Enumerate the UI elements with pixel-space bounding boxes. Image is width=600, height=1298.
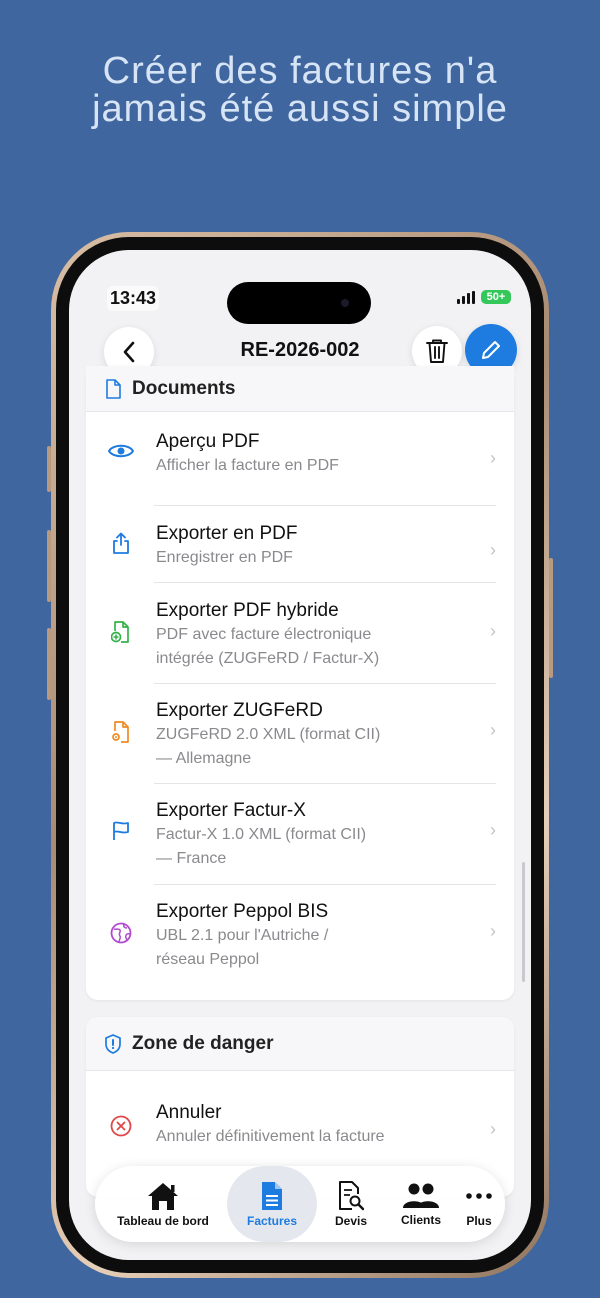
list-item-apercu-pdf[interactable]: Aperçu PDF Afficher la facture en PDF › bbox=[86, 430, 514, 506]
tab-devis[interactable]: Devis bbox=[320, 1166, 382, 1242]
item-subtitle: Annuler définitivement la facture bbox=[156, 1128, 385, 1145]
action-button bbox=[47, 446, 51, 492]
documents-title: Documents bbox=[132, 377, 236, 399]
document-search-icon bbox=[339, 1180, 364, 1210]
shield-alert-icon bbox=[105, 1033, 121, 1054]
danger-zone-title: Zone de danger bbox=[132, 1032, 274, 1054]
file-plus-icon bbox=[111, 621, 129, 643]
file-gear-icon bbox=[112, 721, 129, 743]
dynamic-island bbox=[227, 282, 371, 324]
home-icon bbox=[148, 1182, 178, 1210]
flag-icon bbox=[113, 821, 129, 840]
x-circle-icon bbox=[110, 1115, 132, 1137]
tab-label: Clients bbox=[400, 1212, 441, 1227]
tab-tableau-de-bord[interactable]: Tableau de bord bbox=[107, 1166, 219, 1242]
tab-bar: Tableau de bord Factures Devis Clients P… bbox=[95, 1166, 505, 1242]
status-indicators: 50+ bbox=[457, 290, 511, 304]
item-title: Exporter Factur-X bbox=[156, 800, 306, 821]
documents-header: Documents bbox=[86, 366, 514, 412]
item-subtitle-2: — France bbox=[156, 850, 227, 867]
chevron-right-icon: › bbox=[490, 540, 496, 560]
item-title: Exporter ZUGFeRD bbox=[156, 700, 323, 721]
volume-down-button bbox=[47, 628, 51, 700]
item-subtitle: UBL 2.1 pour l'Autriche / bbox=[156, 927, 329, 944]
share-icon bbox=[113, 532, 129, 554]
document-icon bbox=[262, 1181, 282, 1210]
item-title: Exporter PDF hybride bbox=[156, 600, 339, 621]
chevron-right-icon: › bbox=[490, 1119, 496, 1139]
tab-label: Devis bbox=[334, 1213, 368, 1228]
item-subtitle-2: réseau Peppol bbox=[156, 951, 260, 968]
phone-frame: 13:43 50+ RE-2026-002 Documents Aperçu P… bbox=[47, 232, 553, 1278]
tab-plus[interactable]: Plus bbox=[457, 1166, 501, 1242]
scrollbar[interactable] bbox=[522, 862, 525, 982]
globe-icon bbox=[110, 922, 132, 944]
item-subtitle-2: intégrée (ZUGFeRD / Factur-X) bbox=[156, 650, 380, 667]
tab-factures[interactable]: Factures bbox=[227, 1166, 317, 1242]
signal-icon bbox=[457, 290, 475, 304]
eye-icon bbox=[108, 444, 134, 458]
item-subtitle: Afficher la facture en PDF bbox=[156, 457, 339, 474]
documents-section: Documents Aperçu PDF Afficher la facture … bbox=[86, 366, 514, 1000]
item-title: Exporter en PDF bbox=[156, 523, 298, 544]
item-title: Aperçu PDF bbox=[156, 431, 260, 452]
list-item-exporter-zugferd[interactable]: Exporter ZUGFeRD ZUGFeRD 2.0 XML (format … bbox=[86, 684, 514, 784]
list-item-exporter-peppol-bis[interactable]: Exporter Peppol BIS UBL 2.1 pour l'Autric… bbox=[86, 885, 514, 985]
headline-line-1: Créer des factures n'a bbox=[102, 50, 498, 92]
headline: Créer des factures n'a jamais été aussi … bbox=[0, 52, 600, 128]
item-title: Exporter Peppol BIS bbox=[156, 901, 329, 922]
users-icon bbox=[403, 1183, 439, 1208]
chevron-right-icon: › bbox=[490, 448, 496, 468]
item-subtitle: PDF avec facture électronique bbox=[156, 626, 372, 643]
status-time: 13:43 bbox=[107, 286, 160, 311]
tab-label: Factures bbox=[246, 1213, 298, 1228]
document-icon bbox=[106, 378, 121, 399]
tab-clients[interactable]: Clients bbox=[383, 1166, 459, 1242]
list-item-exporter-pdf-hybride[interactable]: Exporter PDF hybride PDF avec facture éle… bbox=[86, 583, 514, 684]
chevron-right-icon: › bbox=[490, 820, 496, 840]
pencil-icon bbox=[482, 341, 500, 359]
more-icon bbox=[466, 1192, 492, 1199]
item-subtitle: Enregistrer en PDF bbox=[156, 549, 293, 566]
headline-line-2: jamais été aussi simple bbox=[92, 88, 508, 130]
tab-label: Plus bbox=[466, 1213, 492, 1228]
list-item-exporter-factur-x[interactable]: Exporter Factur-X Factur-X 1.0 XML (forma… bbox=[86, 784, 514, 885]
item-subtitle: ZUGFeRD 2.0 XML (format CII) bbox=[156, 726, 381, 743]
tab-label: Tableau de bord bbox=[117, 1213, 209, 1228]
danger-zone-header: Zone de danger bbox=[86, 1017, 514, 1071]
item-subtitle: Factur-X 1.0 XML (format CII) bbox=[156, 826, 367, 843]
list-item-exporter-pdf[interactable]: Exporter en PDF Enregistrer en PDF › bbox=[86, 506, 514, 583]
battery-icon: 50+ bbox=[481, 290, 511, 304]
chevron-right-icon: › bbox=[490, 720, 496, 740]
volume-up-button bbox=[47, 530, 51, 602]
item-subtitle-2: — Allemagne bbox=[156, 750, 252, 767]
list-item-annuler[interactable]: Annuler Annuler définitivement la facture… bbox=[86, 1071, 514, 1151]
trash-icon bbox=[426, 339, 448, 363]
power-button bbox=[549, 558, 553, 678]
item-title: Annuler bbox=[156, 1102, 222, 1123]
chevron-right-icon: › bbox=[490, 621, 496, 641]
chevron-right-icon: › bbox=[490, 921, 496, 941]
app-screen: 13:43 50+ RE-2026-002 Documents Aperçu P… bbox=[69, 250, 531, 1260]
